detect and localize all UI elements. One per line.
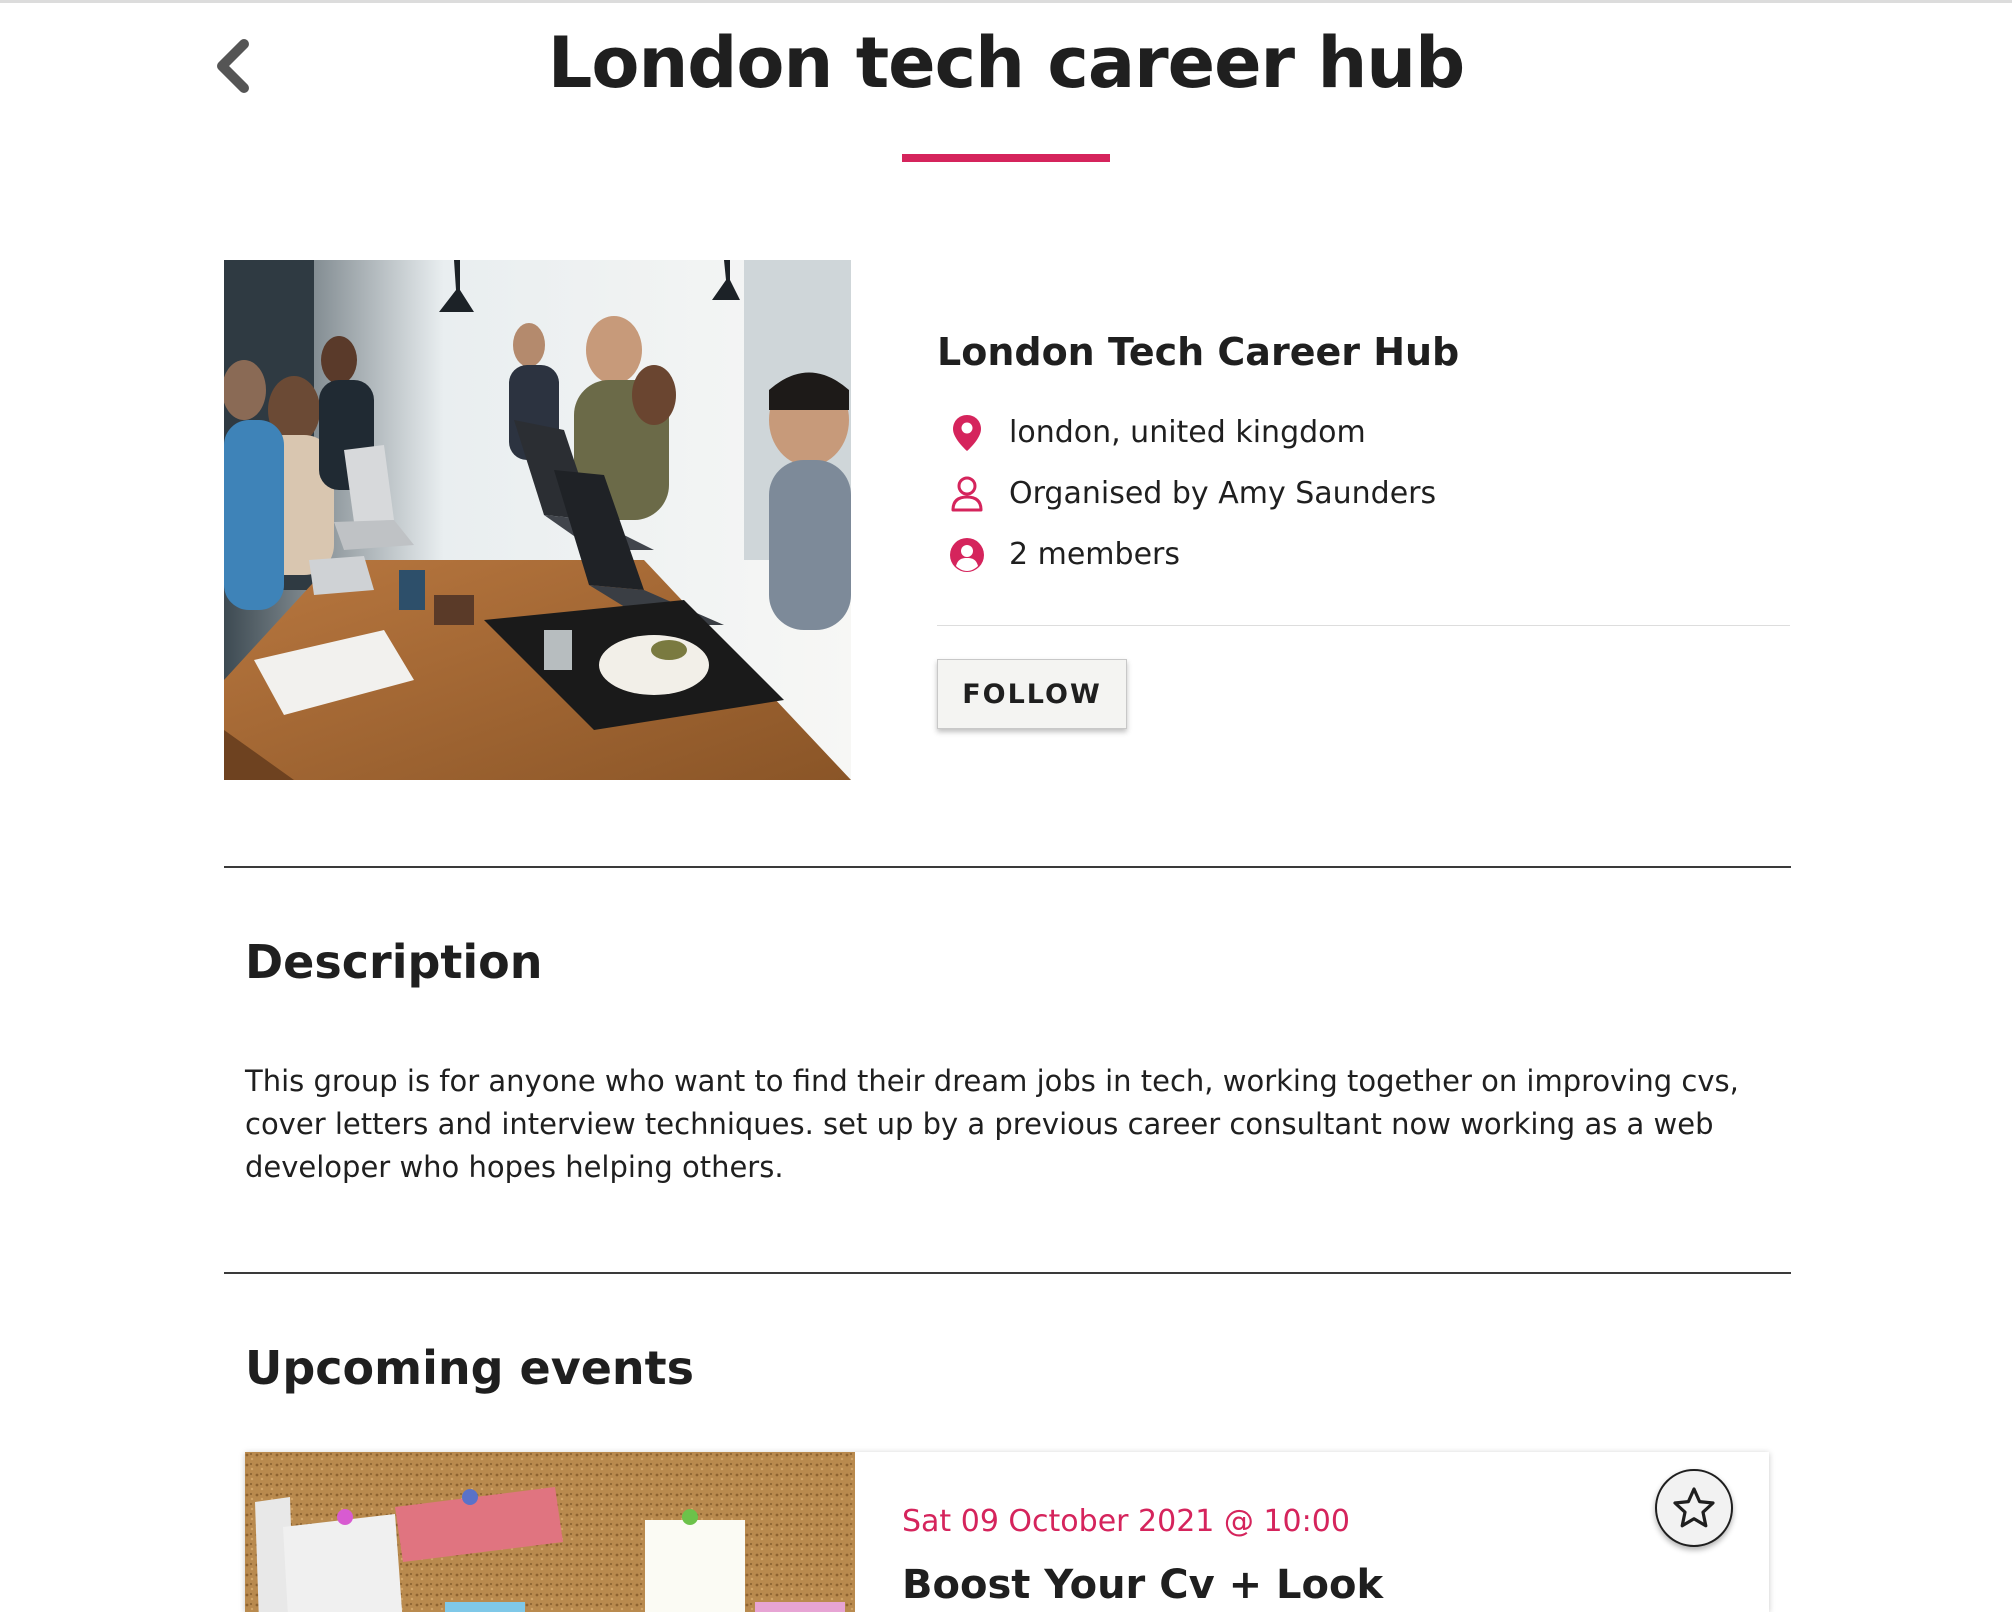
page-title: London tech career hub (547, 22, 1465, 104)
group-name: London Tech Career Hub (937, 330, 1460, 374)
location-pin-icon (947, 413, 987, 453)
location-text: london, united kingdom (1009, 415, 1366, 450)
description-text: This group is for anyone who want to fin… (245, 1064, 1739, 1184)
user-outline-icon (947, 474, 987, 514)
info-divider (937, 625, 1790, 626)
location-row: london, united kingdom (937, 402, 1790, 463)
organiser-row: Organised by Amy Saunders (937, 463, 1790, 524)
event-title[interactable]: Boost Your Cv + Look (902, 1562, 1383, 1608)
description-heading: Description (245, 935, 543, 989)
section-divider (224, 1272, 1791, 1274)
top-border (0, 0, 2012, 3)
organiser-text: Organised by Amy Saunders (1009, 476, 1437, 511)
favourite-button[interactable] (1655, 1469, 1733, 1547)
group-info: London Tech Career Hub london, united ki… (937, 330, 1790, 729)
follow-button[interactable]: FOLLOW (937, 659, 1127, 729)
event-image (245, 1452, 855, 1612)
members-row: 2 members (937, 524, 1790, 585)
event-date: Sat 09 October 2021 @ 10:00 (902, 1504, 1350, 1539)
upcoming-events-heading: Upcoming events (245, 1341, 695, 1395)
group-photo (224, 260, 851, 780)
title-underline (902, 154, 1110, 162)
event-card[interactable]: Sat 09 October 2021 @ 10:00 Boost Your C… (245, 1452, 1769, 1612)
star-outline-icon (1673, 1487, 1715, 1528)
user-circle-icon (947, 535, 987, 575)
members-text: 2 members (1009, 537, 1180, 572)
section-divider (224, 866, 1791, 868)
